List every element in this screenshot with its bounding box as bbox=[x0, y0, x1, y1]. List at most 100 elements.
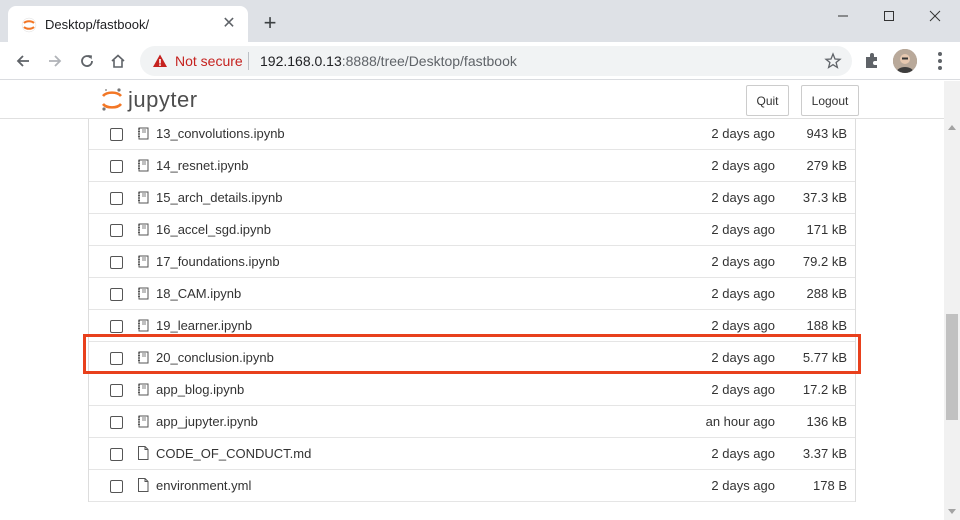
url-divider bbox=[248, 52, 249, 70]
row-checkbox[interactable] bbox=[110, 192, 123, 205]
file-row[interactable]: 16_accel_sgd.ipynb 2 days ago 171 kB bbox=[89, 214, 855, 246]
file-modified: 2 days ago bbox=[711, 478, 775, 493]
file-name-link[interactable]: 15_arch_details.ipynb bbox=[156, 190, 282, 205]
scroll-down-arrow-icon[interactable] bbox=[948, 509, 956, 514]
highlight-box bbox=[83, 334, 861, 374]
tab-close-icon[interactable]: ✕ bbox=[220, 15, 238, 33]
file-size: 3.37 kB bbox=[802, 446, 847, 461]
extensions-puzzle-icon[interactable] bbox=[862, 51, 882, 71]
row-checkbox[interactable] bbox=[110, 384, 123, 397]
file-name-link[interactable]: environment.yml bbox=[156, 478, 251, 493]
row-checkbox[interactable] bbox=[110, 448, 123, 461]
file-name-link[interactable]: 13_convolutions.ipynb bbox=[156, 126, 285, 141]
tab-strip: Desktop/fastbook/ ✕ + bbox=[0, 0, 960, 42]
notebook-icon bbox=[138, 287, 149, 300]
file-modified: 2 days ago bbox=[711, 158, 775, 173]
browser-tab[interactable]: Desktop/fastbook/ ✕ bbox=[8, 6, 248, 42]
file-row[interactable]: 17_foundations.ipynb 2 days ago 79.2 kB bbox=[89, 246, 855, 278]
row-checkbox[interactable] bbox=[110, 480, 123, 493]
file-size: 136 kB bbox=[806, 414, 847, 429]
browser-menu-button[interactable] bbox=[930, 50, 950, 72]
file-size: 279 kB bbox=[806, 158, 847, 173]
file-row[interactable]: 13_convolutions.ipynb 2 days ago 943 kB bbox=[89, 118, 855, 150]
notebook-icon bbox=[138, 223, 149, 236]
file-icon bbox=[138, 446, 149, 460]
file-name-link[interactable]: 14_resnet.ipynb bbox=[156, 158, 249, 173]
logout-button[interactable]: Logout bbox=[801, 85, 859, 116]
notebook-icon bbox=[138, 191, 149, 204]
file-row[interactable]: 15_arch_details.ipynb 2 days ago 37.3 kB bbox=[89, 182, 855, 214]
file-modified: an hour ago bbox=[705, 414, 775, 429]
file-name-link[interactable]: app_blog.ipynb bbox=[156, 382, 244, 397]
scroll-up-arrow-icon[interactable] bbox=[948, 125, 956, 130]
file-name-link[interactable]: 17_foundations.ipynb bbox=[156, 254, 280, 269]
file-row[interactable]: app_jupyter.ipynb an hour ago 136 kB bbox=[89, 406, 855, 438]
security-status[interactable]: Not secure bbox=[175, 53, 243, 69]
new-tab-button[interactable]: + bbox=[259, 12, 281, 35]
file-name-link[interactable]: 18_CAM.ipynb bbox=[156, 286, 241, 301]
window-close-button[interactable] bbox=[912, 0, 958, 32]
jupyter-header: jupyter Quit Logout bbox=[0, 81, 944, 119]
row-checkbox[interactable] bbox=[110, 288, 123, 301]
file-size: 17.2 kB bbox=[802, 382, 847, 397]
url-text[interactable]: 192.168.0.13:8888/tree/Desktop/fastbook bbox=[260, 53, 517, 69]
file-row[interactable]: 18_CAM.ipynb 2 days ago 288 kB bbox=[89, 278, 855, 310]
row-checkbox[interactable] bbox=[110, 256, 123, 269]
file-modified: 2 days ago bbox=[711, 222, 775, 237]
file-modified: 2 days ago bbox=[711, 126, 775, 141]
file-size: 37.3 kB bbox=[802, 190, 847, 205]
file-name-link[interactable]: 19_learner.ipynb bbox=[156, 318, 252, 333]
forward-button[interactable] bbox=[42, 48, 68, 74]
minimize-icon bbox=[838, 15, 848, 17]
page-viewport: jupyter Quit Logout 13_convolutions.ipyn… bbox=[0, 81, 944, 520]
address-bar[interactable]: Not secure 192.168.0.13:8888/tree/Deskto… bbox=[140, 46, 852, 76]
row-checkbox[interactable] bbox=[110, 160, 123, 173]
scrollbar-thumb[interactable] bbox=[946, 314, 958, 420]
maximize-icon bbox=[884, 11, 894, 21]
notebook-icon bbox=[138, 127, 149, 140]
warning-icon[interactable] bbox=[152, 53, 168, 69]
file-modified: 2 days ago bbox=[711, 446, 775, 461]
notebook-icon bbox=[138, 319, 149, 332]
file-name-link[interactable]: app_jupyter.ipynb bbox=[156, 414, 258, 429]
forward-arrow-icon bbox=[49, 55, 62, 67]
profile-avatar[interactable] bbox=[893, 49, 917, 73]
profile-photo-icon bbox=[893, 49, 917, 73]
file-name-link[interactable]: 16_accel_sgd.ipynb bbox=[156, 222, 271, 237]
file-row[interactable]: CODE_OF_CONDUCT.md 2 days ago 3.37 kB bbox=[89, 438, 855, 470]
row-checkbox[interactable] bbox=[110, 224, 123, 237]
file-row[interactable]: app_blog.ipynb 2 days ago 17.2 kB bbox=[89, 374, 855, 406]
tab-title: Desktop/fastbook/ bbox=[45, 17, 150, 32]
file-size: 171 kB bbox=[806, 222, 847, 237]
reload-button[interactable] bbox=[74, 48, 100, 74]
file-size: 943 kB bbox=[806, 126, 847, 141]
notebook-icon bbox=[138, 383, 149, 396]
menu-dot bbox=[938, 66, 942, 70]
home-button[interactable] bbox=[105, 48, 131, 74]
file-size: 178 B bbox=[813, 478, 847, 493]
url-path: :8888/tree/Desktop/fastbook bbox=[341, 53, 517, 69]
quit-button[interactable]: Quit bbox=[746, 85, 789, 116]
window-minimize-button[interactable] bbox=[820, 0, 866, 32]
file-name-link[interactable]: CODE_OF_CONDUCT.md bbox=[156, 446, 311, 461]
file-size: 79.2 kB bbox=[802, 254, 847, 269]
file-modified: 2 days ago bbox=[711, 190, 775, 205]
file-row[interactable]: 14_resnet.ipynb 2 days ago 279 kB bbox=[89, 150, 855, 182]
notebook-icon bbox=[138, 255, 149, 268]
row-checkbox[interactable] bbox=[110, 320, 123, 333]
jupyter-logo[interactable]: jupyter bbox=[100, 85, 198, 115]
menu-dot bbox=[938, 52, 942, 56]
bookmark-star-icon[interactable] bbox=[824, 52, 842, 70]
file-row[interactable]: environment.yml 2 days ago 178 B bbox=[89, 470, 855, 502]
reload-icon bbox=[81, 55, 93, 67]
file-icon bbox=[138, 478, 149, 492]
row-checkbox[interactable] bbox=[110, 128, 123, 141]
window-maximize-button[interactable] bbox=[866, 0, 912, 32]
file-size: 188 kB bbox=[806, 318, 847, 333]
row-checkbox[interactable] bbox=[110, 416, 123, 429]
file-list: 13_convolutions.ipynb 2 days ago 943 kB 14_… bbox=[88, 86, 856, 502]
url-host: 192.168.0.13 bbox=[260, 53, 342, 69]
back-button[interactable] bbox=[10, 48, 36, 74]
file-modified: 2 days ago bbox=[711, 286, 775, 301]
page-scrollbar[interactable] bbox=[944, 81, 960, 520]
